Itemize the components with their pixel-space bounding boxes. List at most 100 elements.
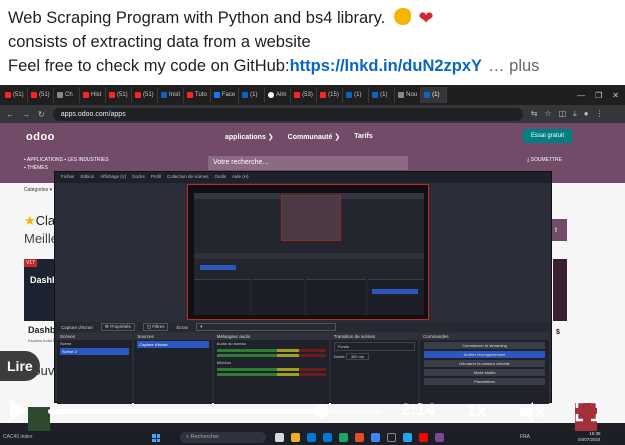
obs-preview[interactable] — [187, 184, 429, 320]
minimize-icon[interactable]: — — [577, 91, 585, 100]
browser-tab[interactable]: (1) — [239, 87, 266, 103]
browser-tab[interactable]: Face — [211, 87, 240, 103]
obs-window[interactable]: Fichier Édition Affichage (V) Docks Profil Co… — [54, 171, 552, 404]
fullscreen-icon[interactable] — [575, 400, 599, 422]
forward-icon[interactable]: → — [22, 110, 30, 119]
app-card-image-right[interactable] — [553, 259, 567, 321]
browser-tab[interactable]: (51) — [28, 87, 54, 103]
settings-button[interactable]: Paramètres — [424, 378, 545, 385]
scene-item[interactable]: Scène — [57, 340, 132, 347]
store-icon[interactable] — [323, 433, 332, 442]
browser-tab[interactable]: (51) — [132, 87, 158, 103]
mute-icon[interactable] — [517, 399, 545, 425]
close-icon[interactable]: ✕ — [612, 91, 619, 100]
post-line-1: Web Scraping Program with Python and bs4… — [8, 6, 618, 30]
menu-communaute[interactable]: Communauté ❯ — [288, 133, 341, 141]
obs-icon[interactable] — [387, 433, 396, 442]
see-more-link[interactable]: … plus — [488, 57, 539, 75]
menu-icon[interactable]: ⋮ — [596, 109, 604, 119]
virtual-camera-button[interactable]: Démarrer la caméra virtuelle — [424, 360, 545, 367]
properties-button[interactable]: ⚙ Propriétés — [100, 323, 135, 331]
obs-menu-item[interactable]: Outils — [215, 174, 227, 181]
chrome-icon[interactable] — [371, 433, 380, 442]
vscode-icon[interactable] — [403, 433, 412, 442]
obs-menu-item[interactable]: Affichage (V) — [100, 174, 126, 181]
generic-favicon-icon — [398, 92, 405, 98]
browser-tab[interactable]: Tuto — [184, 87, 211, 103]
url-field[interactable]: apps.odoo.com/apps — [52, 107, 523, 121]
preview-nested-capture — [281, 195, 341, 241]
edge-icon[interactable] — [307, 433, 316, 442]
browser-tab[interactable]: Nou — [395, 87, 422, 103]
play-badge[interactable]: Lire — [0, 351, 40, 381]
app-icon[interactable] — [435, 433, 444, 442]
browser-tab[interactable]: Hist — [80, 87, 106, 103]
volume-meter[interactable] — [216, 373, 326, 376]
browser-tab[interactable]: Insti — [158, 87, 185, 103]
browser-tab[interactable]: (15) — [317, 87, 344, 103]
windows-start-icon[interactable] — [152, 434, 160, 442]
obs-menu-item[interactable]: Fichier — [61, 174, 75, 181]
studio-mode-button[interactable]: Mode studio — [424, 369, 545, 376]
maximize-icon[interactable]: ❐ — [595, 91, 602, 100]
flexed-biceps-icon — [393, 8, 411, 25]
menu-tarifs[interactable]: Tarifs — [354, 133, 373, 141]
browser-tab[interactable]: (51) — [106, 87, 132, 103]
screen-select[interactable]: ▾ — [196, 323, 337, 331]
obs-menu-item[interactable]: Profil — [151, 174, 161, 181]
bookmark-star-icon[interactable]: ☆ — [544, 109, 551, 119]
free-trial-button[interactable]: Essai gratuit — [523, 129, 573, 143]
volume-meter[interactable] — [216, 354, 326, 357]
browser-tab[interactable]: Alm — [265, 87, 292, 103]
transition-select[interactable]: Fondu — [333, 342, 416, 351]
apps-link[interactable]: ▪ APPLICATIONS — [24, 157, 63, 163]
browser-tab[interactable]: Ch — [54, 87, 80, 103]
obs-menu-item[interactable]: Édition — [81, 174, 95, 181]
odoo-search-input[interactable]: Votre recherche... — [208, 156, 408, 170]
themes-link[interactable]: ▪ THÈMES — [24, 165, 48, 171]
odoo-logo[interactable]: odoo — [26, 131, 55, 143]
github-link[interactable]: https://lnkd.in/duN2zpxY — [290, 57, 483, 75]
taskbar-search[interactable]: ⌕ Rechercher — [180, 432, 266, 443]
obs-menu-item[interactable]: Aide (H) — [232, 174, 249, 181]
progress-bar[interactable] — [48, 409, 382, 414]
filters-button[interactable]: ◫ Filtres — [142, 323, 169, 331]
menu-applications[interactable]: applications ❯ — [225, 133, 274, 141]
file-explorer-icon[interactable] — [291, 433, 300, 442]
playback-speed-button[interactable]: 1x — [467, 401, 486, 421]
obs-menu-item[interactable]: Docks — [132, 174, 145, 181]
browser-tab[interactable]: (1) — [369, 87, 396, 103]
stop-recording-button[interactable]: Arrêter l'enregistrement — [424, 351, 545, 358]
translate-icon[interactable]: ⇆ — [531, 109, 538, 119]
browser-tab[interactable]: (53) — [291, 87, 318, 103]
profile-icon[interactable]: ● — [584, 109, 589, 119]
volume-meter[interactable] — [216, 349, 326, 352]
browser-tab[interactable]: (1) — [421, 87, 448, 103]
taskview-icon[interactable] — [275, 433, 284, 442]
taskbar-clock[interactable]: 15:36 04/07/2024 — [578, 431, 601, 443]
browser-tab[interactable]: (51) — [2, 87, 28, 103]
download-icon[interactable]: ⤓ — [573, 109, 577, 119]
volume-meter[interactable] — [216, 368, 326, 371]
excel-icon[interactable] — [339, 433, 348, 442]
play-icon[interactable] — [10, 399, 27, 421]
browser-tab-label: (1) — [380, 92, 388, 98]
categories-dropdown[interactable]: Catégories ▾ — [24, 187, 52, 193]
youtube-app-icon[interactable] — [419, 433, 428, 442]
scene-item-selected[interactable]: Scène 2 — [60, 348, 130, 355]
office-icon[interactable] — [355, 433, 364, 442]
obs-menu-item[interactable]: Collection de scènes — [167, 174, 209, 181]
industries-link[interactable]: ▪ LES INDUSTRIES — [64, 157, 108, 163]
progress-handle[interactable] — [314, 404, 329, 418]
duration-input[interactable]: 300 ms — [345, 353, 369, 360]
extensions-icon[interactable]: ◫ — [559, 109, 567, 119]
taskbar-language[interactable]: FRA — [520, 434, 530, 440]
taskbar-widget[interactable]: CAC40 index — [3, 434, 32, 440]
source-item-selected[interactable]: Capture d'écran — [137, 341, 209, 348]
odoo-submit-button[interactable]: ⤓ SOUMETTRE — [527, 157, 562, 163]
video-player[interactable]: (51) (51) Ch Hist (51) (51) Insti Tuto Face (1) Al… — [0, 85, 625, 445]
reload-icon[interactable]: ↻ — [38, 110, 45, 119]
back-icon[interactable]: ← — [6, 110, 14, 119]
browser-tab[interactable]: (1) — [343, 87, 370, 103]
start-streaming-button[interactable]: Commencer le streaming — [424, 342, 545, 349]
